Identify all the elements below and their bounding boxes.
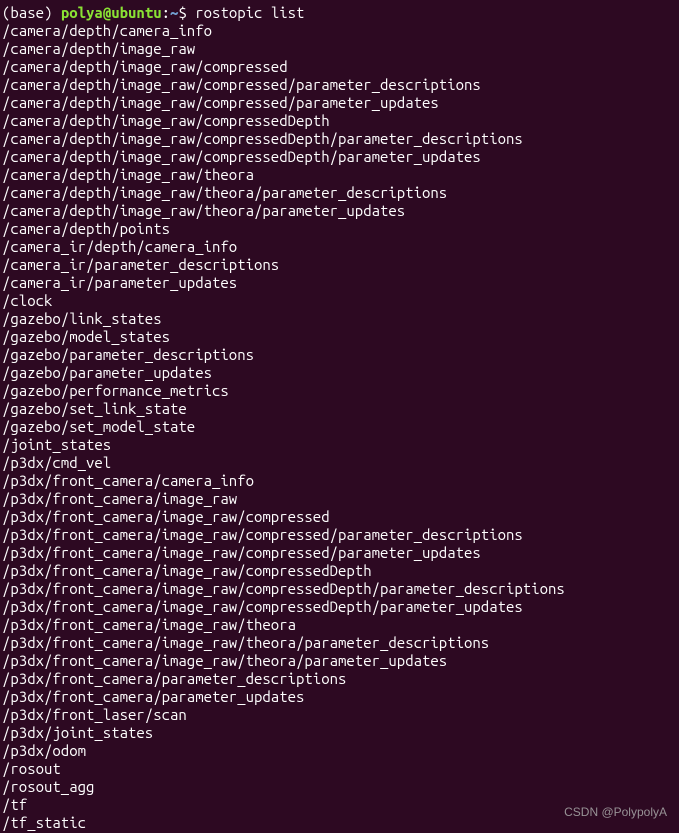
output-line: /camera/depth/image_raw/theora/parameter… — [2, 202, 677, 220]
output-line: /camera_ir/parameter_updates — [2, 274, 677, 292]
prompt-user-host: polya@ubuntu — [61, 4, 162, 21]
output-line: /camera_ir/depth/camera_info — [2, 238, 677, 256]
output-line: /p3dx/front_camera/image_raw/compressed/… — [2, 544, 677, 562]
output-line: /camera/depth/image_raw/compressedDepth — [2, 112, 677, 130]
output-line: /rosout — [2, 760, 677, 778]
output-line: /joint_states — [2, 436, 677, 454]
output-line: /camera/depth/camera_info — [2, 22, 677, 40]
output-line: /p3dx/front_camera/parameter_updates — [2, 688, 677, 706]
output-line: /p3dx/front_camera/image_raw/theora/para… — [2, 652, 677, 670]
output-line: /p3dx/front_laser/scan — [2, 706, 677, 724]
output-line: /camera/depth/image_raw/compressedDepth/… — [2, 130, 677, 148]
output-line: /camera/depth/image_raw/compressedDepth/… — [2, 148, 677, 166]
output-line: /p3dx/front_camera/image_raw/compressedD… — [2, 598, 677, 616]
output-line: /p3dx/joint_states — [2, 724, 677, 742]
output-line: /gazebo/set_link_state — [2, 400, 677, 418]
output-line: /p3dx/front_camera/image_raw/compressedD… — [2, 580, 677, 598]
output-line: /camera/depth/image_raw/theora — [2, 166, 677, 184]
output-line: /p3dx/front_camera/parameter_description… — [2, 670, 677, 688]
prompt-env: (base) — [2, 4, 61, 21]
output-line: /camera_ir/parameter_descriptions — [2, 256, 677, 274]
prompt-colon: : — [162, 4, 170, 21]
watermark: CSDN @PolypolyA — [564, 803, 667, 821]
output-line: /p3dx/odom — [2, 742, 677, 760]
output-line: /p3dx/front_camera/image_raw/theora/para… — [2, 634, 677, 652]
output-line: /gazebo/parameter_updates — [2, 364, 677, 382]
output-line: /gazebo/parameter_descriptions — [2, 346, 677, 364]
output-line: /camera/depth/image_raw/compressed — [2, 58, 677, 76]
output-line: /clock — [2, 292, 677, 310]
terminal-output[interactable]: /camera/depth/camera_info/camera/depth/i… — [2, 22, 677, 832]
output-line: /camera/depth/image_raw/compressed/param… — [2, 94, 677, 112]
prompt-dollar: $ — [178, 4, 195, 21]
output-line: /p3dx/front_camera/image_raw/theora — [2, 616, 677, 634]
command-text: rostopic list — [195, 4, 304, 21]
output-line: /camera/depth/points — [2, 220, 677, 238]
output-line: /gazebo/set_model_state — [2, 418, 677, 436]
output-line: /camera/depth/image_raw/theora/parameter… — [2, 184, 677, 202]
output-line: /gazebo/link_states — [2, 310, 677, 328]
output-line: /p3dx/front_camera/camera_info — [2, 472, 677, 490]
output-line: /p3dx/front_camera/image_raw/compressed/… — [2, 526, 677, 544]
output-line: /gazebo/performance_metrics — [2, 382, 677, 400]
terminal-prompt-line[interactable]: (base) polya@ubuntu:~$ rostopic list — [2, 4, 677, 22]
output-line: /camera/depth/image_raw/compressed/param… — [2, 76, 677, 94]
output-line: /p3dx/front_camera/image_raw/compressedD… — [2, 562, 677, 580]
output-line: /p3dx/front_camera/image_raw — [2, 490, 677, 508]
output-line: /gazebo/model_states — [2, 328, 677, 346]
output-line: /camera/depth/image_raw — [2, 40, 677, 58]
output-line: /p3dx/front_camera/image_raw/compressed — [2, 508, 677, 526]
output-line: /rosout_agg — [2, 778, 677, 796]
output-line: /p3dx/cmd_vel — [2, 454, 677, 472]
